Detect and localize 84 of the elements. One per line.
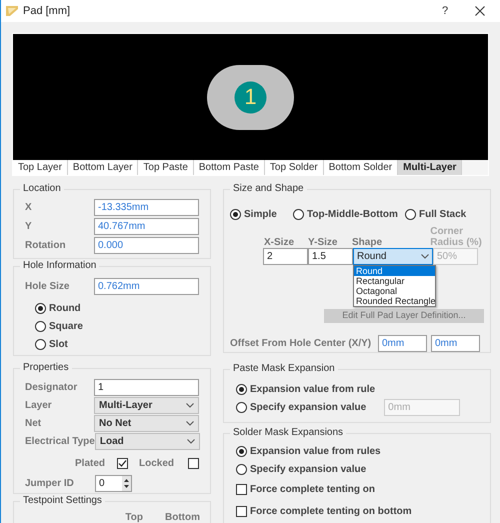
layer-tab[interactable]: Bottom Paste [194,160,265,175]
layer-tab[interactable]: Top Layer [13,160,68,175]
radio-label: Expansion value from rules [250,444,381,458]
field-label: Layer [25,399,52,414]
column-header: Corner Radius (%) [430,226,483,248]
radio-button[interactable] [236,464,247,474]
radio-label: Slot [49,338,68,352]
column-header: Y-Size [308,237,338,248]
radio-label: Specify expansion value [250,462,366,476]
layer-tab[interactable]: Bottom Solder [324,160,398,175]
checkbox[interactable] [236,484,247,494]
radio-button[interactable] [35,320,46,332]
dropdown-option[interactable]: Round [354,266,435,276]
checkbox-label: Force complete tenting on bottom [250,504,412,518]
layer-tab[interactable]: Top Paste [138,160,194,175]
checkbox-label: Force complete tenting on [250,482,376,496]
column-header: Shape [352,237,384,248]
chevron-icon [421,254,429,259]
checkbox-label: Locked [138,456,174,471]
radio-button[interactable] [236,446,247,456]
radio-label: Top-Middle-Bottom [307,208,398,222]
help-button[interactable]: ? [430,2,460,20]
radio-label: Specify expansion value [250,400,366,414]
dropdown[interactable]: No Net [94,415,199,432]
layer-tab[interactable]: Bottom Layer [68,160,138,175]
field-label: Offset From Hole Center (X/Y) [230,337,372,351]
field-label: Designator [25,381,78,396]
column-header: X-Size [264,237,296,248]
column-header: Bottom [165,511,200,523]
radio-label: Round [49,302,81,316]
chevron-icon [186,403,194,408]
group-title: Paste Mask Expansion [230,363,338,375]
input-field[interactable]: 40.767mm [94,218,199,234]
field-label: Jumper ID [25,476,75,491]
input-field[interactable]: 1 [94,379,199,396]
group-title: Size and Shape [230,183,307,195]
dropdown-option[interactable]: Octagonal [354,286,435,296]
layer-tab[interactable]: Top Solder [264,160,324,175]
field-label: Hole Size [25,280,70,294]
group-title: Properties [20,362,72,374]
input-field[interactable]: 0mm [378,335,427,352]
spin-arrows-icon[interactable] [122,476,131,491]
radio-button[interactable] [236,402,247,412]
spin-field[interactable]: 0 [95,474,132,492]
input-field[interactable]: 0.000 [94,236,199,254]
field-label: Y [25,220,32,234]
radio-button[interactable] [35,338,46,350]
field-label: Electrical Type [25,434,95,449]
app-icon [5,5,19,17]
window-title: Pad [mm] [23,4,70,19]
input-field[interactable]: 0.762mm [94,278,199,294]
radio-label: Expansion value from rule [250,382,376,396]
field-label: Rotation [25,238,66,252]
radio-label: Full Stack [419,208,466,222]
column-header: Top [125,511,143,523]
radio-label: Simple [244,208,277,222]
dropdown[interactable]: Load [94,432,200,450]
checkbox[interactable] [188,458,199,469]
group-title: Solder Mask Expansions [230,427,346,439]
radio-label: Square [49,320,83,334]
field-label: X [25,200,32,214]
dropdown-option[interactable]: Rounded Rectangle [354,296,435,306]
radio-button[interactable] [236,384,247,394]
dropdown-option[interactable]: Rectangular [354,276,435,286]
group-title: Testpoint Settings [20,495,105,507]
input-field[interactable]: 0mm [431,335,480,352]
field-label: Net [25,417,42,432]
radio-button[interactable] [230,208,241,220]
input-field[interactable]: -13.335mm [94,198,199,216]
radio-button[interactable] [293,208,304,220]
input-field[interactable]: 1.5 [308,248,353,265]
pad-designator: 1 [244,86,257,108]
input-field[interactable]: 2 [263,248,308,265]
dropdown[interactable]: Multi-Layer [94,397,199,414]
checkbox[interactable] [236,506,247,516]
checkbox-label: Plated [75,456,106,471]
dropdown[interactable]: Round [353,248,433,265]
radio-button[interactable] [405,208,416,220]
layer-tab[interactable]: Multi-Layer [398,160,462,175]
checkbox[interactable] [117,458,128,469]
chevron-icon [186,421,194,426]
radio-button[interactable] [35,302,46,314]
chevron-icon [186,438,195,444]
close-icon [475,6,485,16]
